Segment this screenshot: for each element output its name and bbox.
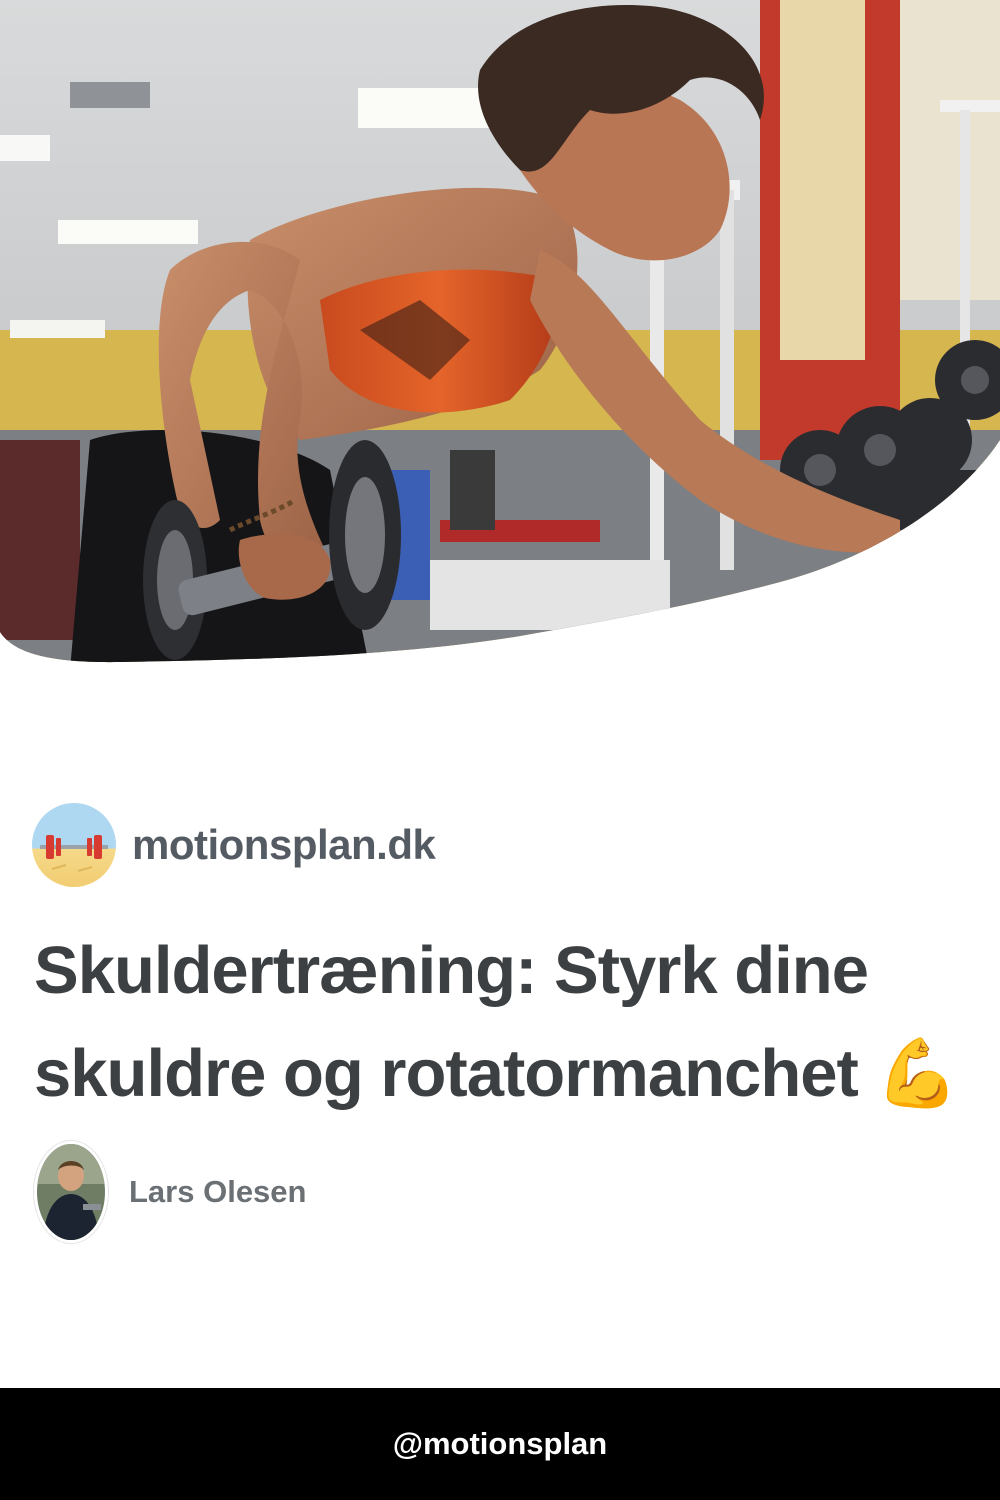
author-name[interactable]: Lars Olesen — [129, 1174, 306, 1210]
social-handle[interactable]: @motionsplan — [393, 1426, 608, 1462]
article-title-text: Skuldertræning: Styrk dine skuldre og ro… — [34, 933, 869, 1111]
hero-image — [0, 0, 1000, 670]
author-avatar[interactable] — [34, 1141, 108, 1243]
footer-bar: @motionsplan — [0, 1388, 1000, 1500]
article-title: Skuldertræning: Styrk dine skuldre og ro… — [34, 920, 974, 1125]
site-header[interactable]: motionsplan.dk — [32, 800, 436, 890]
flexed-biceps-icon: 💪 — [875, 1034, 958, 1112]
site-name[interactable]: motionsplan.dk — [132, 821, 436, 869]
barbell-logo-icon — [32, 803, 116, 887]
author-byline[interactable]: Lars Olesen — [34, 1141, 306, 1243]
